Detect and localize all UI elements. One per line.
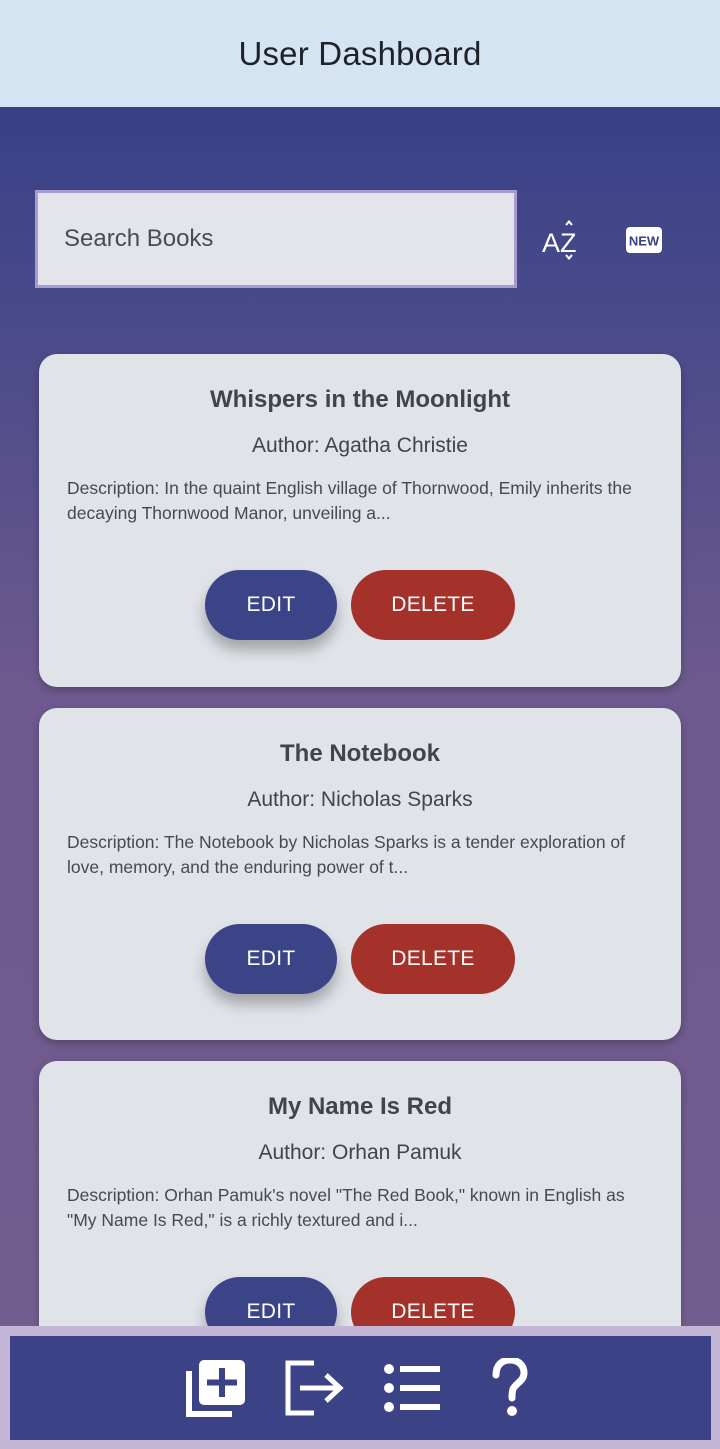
sort-alphabetical-icon: A Z [542, 220, 577, 260]
delete-button[interactable]: DELETE [351, 924, 515, 994]
book-title: Whispers in the Moonlight [210, 386, 510, 413]
search-box[interactable] [35, 190, 517, 288]
app-header: User Dashboard [0, 0, 720, 107]
book-card: The Notebook Author: Nicholas Sparks Des… [39, 708, 681, 1040]
book-description: Description: Orhan Pamuk's novel "The Re… [67, 1185, 625, 1230]
book-description: Description: The Notebook by Nicholas Sp… [67, 832, 626, 877]
delete-button[interactable]: DELETE [351, 570, 515, 640]
book-author: Author: Nicholas Sparks [247, 788, 473, 811]
svg-text:Z: Z [560, 228, 577, 258]
edit-button[interactable]: EDIT [205, 924, 337, 994]
book-description: Description: In the quaint English villa… [67, 478, 632, 523]
page-title: User Dashboard [238, 34, 482, 72]
add-book-button[interactable] [185, 1358, 246, 1418]
sort-alphabetical-button[interactable]: A Z [534, 218, 586, 262]
new-badge-label: NEW [629, 234, 660, 249]
new-badge-icon: NEW [626, 227, 662, 253]
logout-icon [285, 1360, 344, 1416]
search-input[interactable] [64, 225, 514, 253]
book-author: Author: Orhan Pamuk [258, 1141, 462, 1164]
bottom-navigation-inner [10, 1336, 711, 1440]
add-library-icon [185, 1360, 245, 1417]
help-button[interactable] [480, 1358, 540, 1418]
book-list-button[interactable] [382, 1358, 442, 1418]
book-title: My Name Is Red [267, 1093, 453, 1120]
help-icon [492, 1358, 528, 1416]
svg-text:A: A [542, 228, 560, 258]
list-icon [383, 1364, 440, 1412]
logout-button[interactable] [284, 1358, 344, 1418]
book-card: Whispers in the Moonlight Author: Agatha… [39, 354, 681, 687]
book-title: The Notebook [280, 740, 440, 767]
sort-newest-button[interactable]: NEW [618, 220, 670, 260]
edit-button[interactable]: EDIT [205, 570, 337, 640]
bottom-navigation [0, 1326, 720, 1449]
book-author: Author: Agatha Christie [252, 434, 468, 457]
